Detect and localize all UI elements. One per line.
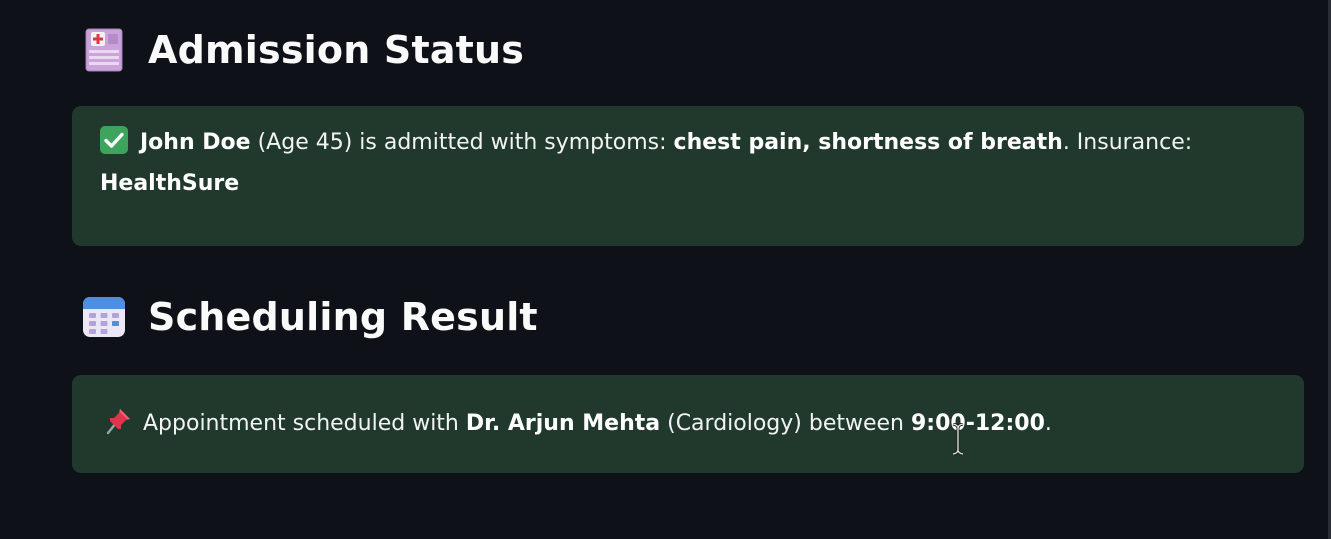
admission-line-2: HealthSure: [100, 163, 1276, 204]
schedule-department: (Cardiology) between: [667, 411, 904, 436]
symptoms: chest pain, shortness of breath: [673, 130, 1063, 155]
insurance-label: . Insurance:: [1062, 130, 1193, 155]
calendar-icon: [83, 297, 125, 337]
scheduling-result-alert: Appointment scheduled with Dr. Arjun Meh…: [72, 375, 1304, 473]
admission-line-1: John Doe (Age 45) is admitted with sympt…: [100, 122, 1276, 163]
schedule-suffix: .: [1044, 411, 1052, 436]
streamlit-page: Admission Status John Doe (Age 45) is ad…: [0, 0, 1331, 539]
check-mark-icon: [100, 126, 128, 154]
admission-mid-text: is admitted with symptoms:: [359, 130, 667, 155]
text-cursor-icon: [952, 423, 964, 455]
doctor-name: Dr. Arjun Mehta: [465, 411, 661, 436]
scheduling-heading-text: Scheduling Result: [148, 295, 538, 339]
admission-heading: Admission Status: [80, 22, 524, 78]
insurance-provider: HealthSure: [100, 171, 240, 196]
schedule-prefix: Appointment scheduled with: [143, 411, 459, 436]
patient-name: John Doe: [140, 130, 251, 155]
time-range: 9:00-12:00: [911, 411, 1045, 436]
hospital-icon: [85, 28, 123, 72]
admission-heading-text: Admission Status: [148, 28, 525, 72]
scheduling-heading: Scheduling Result: [80, 289, 538, 345]
admission-success-alert: John Doe (Age 45) is admitted with sympt…: [72, 106, 1304, 246]
pushpin-icon: [106, 409, 130, 435]
patient-age: (Age 45): [257, 130, 353, 155]
